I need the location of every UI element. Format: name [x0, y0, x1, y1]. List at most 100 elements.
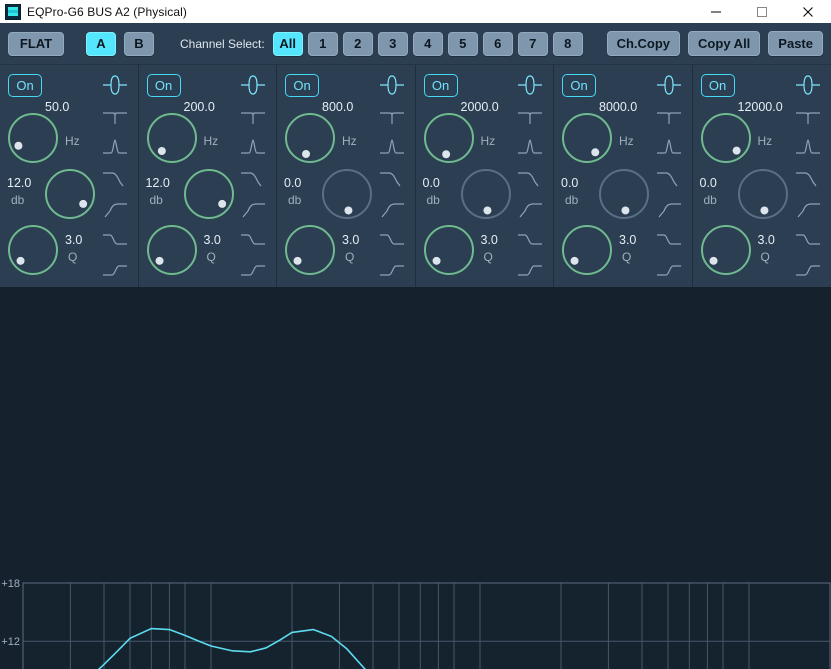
low-shelf-filter-icon[interactable] [512, 225, 548, 254]
notch-filter-icon[interactable] [374, 101, 410, 130]
low-pass-filter-icon[interactable] [651, 163, 687, 192]
low-pass-filter-icon[interactable] [790, 163, 826, 192]
gain-knob[interactable] [183, 169, 234, 219]
gain-knob[interactable] [599, 169, 649, 219]
gain-knob[interactable] [737, 169, 788, 219]
paste-button[interactable]: Paste [768, 31, 823, 56]
band-on-button[interactable]: On [8, 74, 42, 97]
bell-filter-icon[interactable] [374, 70, 410, 99]
knob-pointer [79, 199, 88, 208]
ch-copy-button[interactable]: Ch.Copy [606, 31, 681, 56]
gain-knob[interactable] [460, 169, 511, 219]
peak-filter-icon[interactable] [651, 132, 687, 161]
gain-knob-group: 12.0 db [5, 162, 97, 219]
frequency-knob[interactable] [562, 113, 612, 163]
low-pass-filter-icon[interactable] [512, 163, 548, 192]
high-shelf-filter-icon[interactable] [374, 256, 410, 285]
channel-button-4[interactable]: 4 [412, 31, 443, 56]
gain-knob[interactable] [45, 169, 95, 219]
high-shelf-filter-icon[interactable] [651, 256, 687, 285]
bell-filter-icon[interactable] [512, 70, 548, 99]
high-shelf-filter-icon[interactable] [97, 256, 133, 285]
frequency-knob[interactable] [8, 113, 58, 163]
close-icon[interactable] [785, 0, 831, 23]
frequency-value: 2000.0 [460, 100, 499, 114]
q-knob[interactable] [8, 225, 58, 275]
band-on-button[interactable]: On [700, 74, 735, 97]
channel-button-8[interactable]: 8 [552, 31, 583, 56]
preset-b-button[interactable]: B [124, 31, 154, 56]
bell-filter-icon[interactable] [790, 70, 826, 99]
q-knob[interactable] [285, 225, 335, 275]
knob-pointer [441, 150, 450, 159]
copy-all-button[interactable]: Copy All [688, 31, 761, 56]
channel-button-7[interactable]: 7 [517, 31, 548, 56]
frequency-value: 50.0 [45, 100, 70, 114]
knob-pointer [217, 199, 226, 208]
peak-filter-icon[interactable] [790, 132, 826, 161]
low-shelf-filter-icon[interactable] [790, 225, 826, 254]
channel-button-6[interactable]: 6 [482, 31, 513, 56]
bell-filter-icon[interactable] [235, 70, 271, 99]
gain-unit: db [149, 193, 163, 207]
low-shelf-filter-icon[interactable] [235, 225, 271, 254]
high-pass-filter-icon[interactable] [235, 194, 271, 223]
bell-filter-icon[interactable] [651, 70, 687, 99]
high-shelf-filter-icon[interactable] [512, 256, 548, 285]
channel-button-all[interactable]: All [272, 31, 303, 56]
high-shelf-filter-icon[interactable] [790, 256, 826, 285]
high-pass-filter-icon[interactable] [790, 194, 826, 223]
low-pass-filter-icon[interactable] [97, 163, 133, 192]
frequency-knob[interactable] [146, 113, 197, 163]
notch-filter-icon[interactable] [512, 101, 548, 130]
maximize-icon[interactable] [739, 0, 785, 23]
channel-button-1[interactable]: 1 [307, 31, 338, 56]
frequency-knob[interactable] [285, 113, 335, 163]
frequency-knob[interactable] [700, 113, 751, 163]
peak-filter-icon[interactable] [512, 132, 548, 161]
notch-filter-icon[interactable] [651, 101, 687, 130]
frequency-knob-group: 8000.0 Hz [559, 100, 651, 163]
peak-filter-icon[interactable] [97, 132, 133, 161]
preset-a-button[interactable]: A [86, 31, 116, 56]
high-pass-filter-icon[interactable] [374, 194, 410, 223]
notch-filter-icon[interactable] [235, 101, 271, 130]
high-pass-filter-icon[interactable] [651, 194, 687, 223]
channel-button-5[interactable]: 5 [447, 31, 478, 56]
peak-filter-icon[interactable] [374, 132, 410, 161]
band-controls: On 800.0 Hz 0.0 db 3.0 Q [277, 65, 372, 287]
eq-response-graph[interactable]: +18+12+6+3-3-6-12-1823456781002345678100… [0, 287, 831, 669]
low-shelf-filter-icon[interactable] [97, 225, 133, 254]
band-on-button[interactable]: On [423, 74, 458, 97]
high-pass-filter-icon[interactable] [512, 194, 548, 223]
high-shelf-filter-icon[interactable] [235, 256, 271, 285]
high-pass-filter-icon[interactable] [97, 194, 133, 223]
q-knob[interactable] [423, 225, 474, 275]
q-knob[interactable] [146, 225, 197, 275]
band-on-button[interactable]: On [146, 74, 181, 97]
peak-filter-icon[interactable] [235, 132, 271, 161]
low-pass-filter-icon[interactable] [235, 163, 271, 192]
notch-filter-icon[interactable] [97, 101, 133, 130]
low-shelf-filter-icon[interactable] [374, 225, 410, 254]
knob-pointer [709, 256, 718, 265]
q-knob[interactable] [562, 225, 612, 275]
gain-knob[interactable] [322, 169, 372, 219]
q-unit: Q [483, 250, 493, 264]
channel-button-2[interactable]: 2 [342, 31, 373, 56]
band-on-button[interactable]: On [285, 74, 319, 97]
bell-filter-icon[interactable] [97, 70, 133, 99]
frequency-knob[interactable] [423, 113, 474, 163]
band-on-button[interactable]: On [562, 74, 596, 97]
low-pass-filter-icon[interactable] [374, 163, 410, 192]
q-knob[interactable] [700, 225, 751, 275]
channel-button-3[interactable]: 3 [377, 31, 408, 56]
band-controls: On 200.0 Hz 12.0 db 3.0 Q [139, 65, 234, 287]
notch-filter-icon[interactable] [790, 101, 826, 130]
title-bar: EQPro-G6 BUS A2 (Physical) [0, 0, 831, 23]
gain-unit: db [426, 193, 440, 207]
minimize-icon[interactable] [693, 0, 739, 23]
low-shelf-filter-icon[interactable] [651, 225, 687, 254]
q-knob-group: 3.0 Q [5, 218, 97, 275]
flat-button[interactable]: FLAT [8, 31, 64, 56]
